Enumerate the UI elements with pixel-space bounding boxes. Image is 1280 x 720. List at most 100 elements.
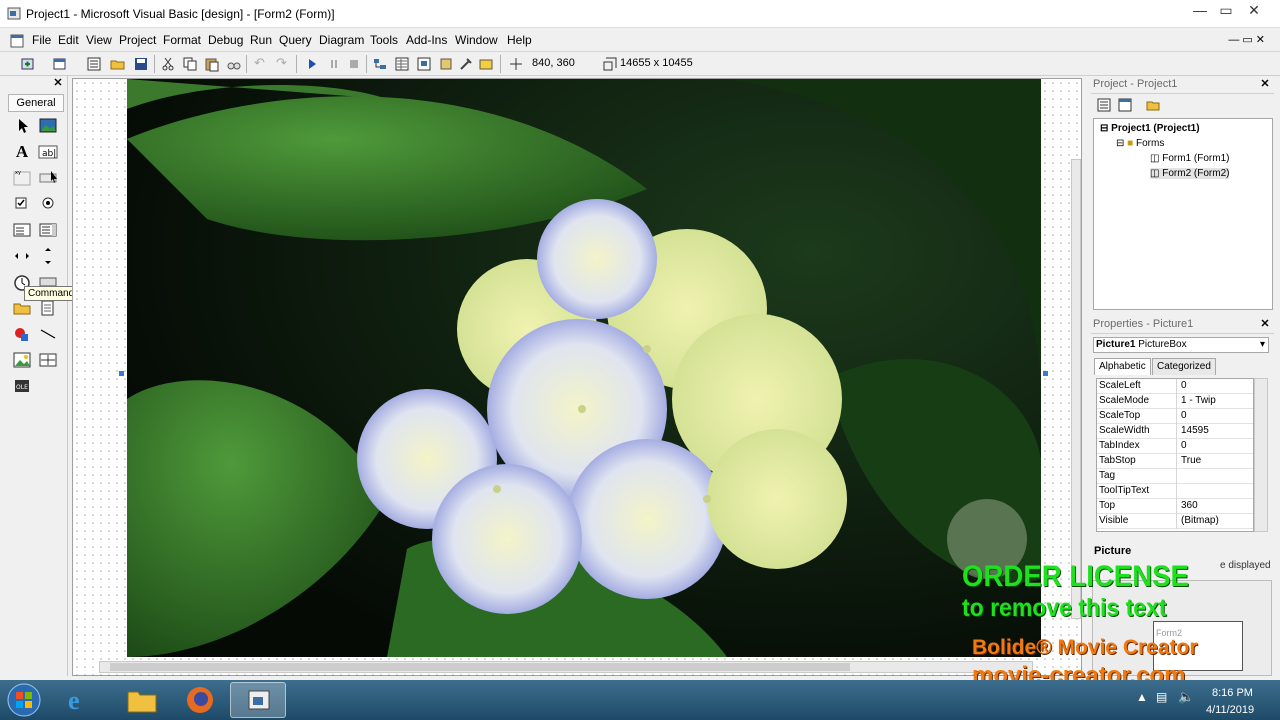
menu-run[interactable]: Run — [250, 33, 272, 47]
property-row[interactable]: ScaleMode 1 - Twip — [1097, 394, 1253, 409]
internet-explorer-icon[interactable]: e — [68, 686, 80, 716]
property-row[interactable]: Tag — [1097, 469, 1253, 484]
firefox-icon[interactable] — [184, 684, 216, 716]
file-explorer-icon[interactable] — [126, 686, 158, 714]
taskbar-vb-button[interactable] — [230, 682, 286, 718]
redo-icon[interactable]: ↷ — [276, 56, 292, 72]
menu-diagram[interactable]: Diagram — [319, 33, 364, 47]
tray-chevron-icon[interactable]: ▲ — [1136, 690, 1148, 704]
copy-icon[interactable] — [182, 56, 198, 72]
project-explorer-icon[interactable] — [372, 56, 388, 72]
ole-icon[interactable]: OLE — [12, 376, 32, 396]
property-row[interactable]: ToolTipText — [1097, 484, 1253, 499]
property-row[interactable]: ScaleLeft 0 — [1097, 379, 1253, 394]
menu-add-ins[interactable]: Add-Ins — [406, 33, 447, 47]
tab-alphabetic[interactable]: Alphabetic — [1094, 358, 1151, 375]
textbox-icon[interactable]: ab| — [38, 142, 58, 162]
cut-icon[interactable] — [160, 56, 176, 72]
project-root[interactable]: ⊟ Project1 (Project1) — [1100, 123, 1200, 134]
menu-debug[interactable]: Debug — [208, 33, 243, 47]
object-combo[interactable]: Picture1 PictureBox ▾ — [1093, 337, 1269, 353]
property-row[interactable]: Top 360 — [1097, 499, 1253, 514]
toolbox-general-tab[interactable]: General — [8, 94, 64, 112]
property-row[interactable]: ScaleTop 0 — [1097, 409, 1253, 424]
property-row[interactable]: Visible (Bitmap) — [1097, 514, 1253, 529]
picturebox-icon[interactable] — [38, 116, 58, 136]
form-designer[interactable] — [72, 78, 1083, 677]
property-row[interactable]: TabIndex 0 — [1097, 439, 1253, 454]
property-value[interactable]: 14595 — [1181, 424, 1209, 438]
property-row[interactable]: ScaleWidth 14595 — [1097, 424, 1253, 439]
property-value[interactable]: True — [1181, 454, 1201, 468]
view-code-icon[interactable] — [1097, 98, 1111, 112]
label-icon[interactable]: A — [12, 142, 32, 162]
property-value[interactable]: (Bitmap) — [1181, 514, 1219, 528]
close-button[interactable]: ✕ — [1232, 0, 1276, 22]
toolbox-close-button[interactable]: ✕ — [52, 78, 64, 90]
property-value[interactable]: 1 - Twip — [1181, 394, 1216, 408]
picturebox-picture1[interactable] — [127, 79, 1041, 657]
dirlistbox-icon[interactable] — [12, 298, 32, 318]
data-view-icon[interactable] — [478, 56, 494, 72]
listbox-icon[interactable] — [38, 220, 58, 240]
properties-close-button[interactable]: ✕ — [1258, 318, 1272, 332]
property-row[interactable]: TabStop True — [1097, 454, 1253, 469]
tree-item-form2[interactable]: ◫ Form2 (Form2) — [1150, 168, 1230, 179]
vscrollbar-icon[interactable] — [38, 246, 58, 266]
resize-handle-right[interactable] — [1043, 371, 1048, 376]
menu-project[interactable]: Project — [119, 33, 156, 47]
frame-icon[interactable]: xy — [12, 168, 32, 188]
hscrollbar-icon[interactable] — [12, 246, 32, 266]
property-value[interactable]: 0 — [1181, 409, 1187, 423]
property-grid-scrollbar[interactable] — [1254, 378, 1268, 532]
add-project-icon[interactable] — [20, 56, 36, 72]
open-project-icon[interactable] — [110, 56, 126, 72]
clock-time[interactable]: 8:16 PM — [1212, 687, 1253, 699]
picture-vscrollbar[interactable] — [1071, 159, 1081, 619]
menu-file[interactable]: File — [32, 33, 51, 47]
menu-format[interactable]: Format — [163, 33, 201, 47]
menu-tools[interactable]: Tools — [370, 33, 398, 47]
view-object-icon[interactable] — [1118, 98, 1132, 112]
checkbox-icon[interactable] — [12, 194, 32, 214]
menu-help[interactable]: Help — [507, 33, 532, 47]
tab-categorized[interactable]: Categorized — [1152, 358, 1216, 375]
menu-edit[interactable]: Edit — [58, 33, 79, 47]
find-icon[interactable] — [226, 56, 242, 72]
form-layout-icon[interactable] — [416, 56, 432, 72]
network-icon[interactable]: ▤ — [1156, 690, 1167, 704]
menu-query[interactable]: Query — [279, 33, 312, 47]
commandbutton-icon[interactable] — [38, 168, 58, 188]
data-icon[interactable] — [38, 350, 58, 370]
menu-editor-icon[interactable] — [86, 56, 102, 72]
toolbox-icon[interactable] — [458, 56, 474, 72]
menu-view[interactable]: View — [86, 33, 112, 47]
paste-icon[interactable] — [204, 56, 220, 72]
pointer-icon[interactable] — [12, 116, 32, 136]
tree-item-form1[interactable]: ◫ Form1 (Form1) — [1150, 153, 1229, 164]
combobox-icon[interactable] — [12, 220, 32, 240]
property-value[interactable]: 360 — [1181, 499, 1198, 513]
end-icon[interactable] — [346, 56, 362, 72]
resize-handle-left[interactable] — [119, 371, 124, 376]
property-value[interactable]: 0 — [1181, 439, 1187, 453]
start-button-icon[interactable] — [6, 682, 42, 718]
image-icon[interactable] — [12, 350, 32, 370]
line-icon[interactable] — [38, 324, 58, 344]
shape-icon[interactable] — [12, 324, 32, 344]
filelistbox-icon[interactable] — [38, 298, 58, 318]
hscroll-thumb[interactable] — [110, 663, 850, 671]
object-browser-icon[interactable] — [438, 56, 454, 72]
menu-window[interactable]: Window — [455, 33, 498, 47]
save-icon[interactable] — [133, 56, 149, 72]
property-value[interactable]: 0 — [1181, 379, 1187, 393]
toggle-folders-icon[interactable] — [1146, 98, 1160, 112]
project-close-button[interactable]: ✕ — [1258, 78, 1272, 92]
add-form-icon[interactable] — [52, 56, 68, 72]
forms-folder[interactable]: ⊟ ■ Forms — [1116, 138, 1164, 149]
picture-hscrollbar[interactable] — [99, 661, 1033, 673]
undo-icon[interactable]: ↶ — [254, 56, 270, 72]
start-icon[interactable] — [304, 56, 320, 72]
clock-date[interactable]: 4/11/2019 — [1206, 704, 1254, 716]
mdi-window-buttons[interactable]: —▭✕ — [1228, 33, 1268, 46]
